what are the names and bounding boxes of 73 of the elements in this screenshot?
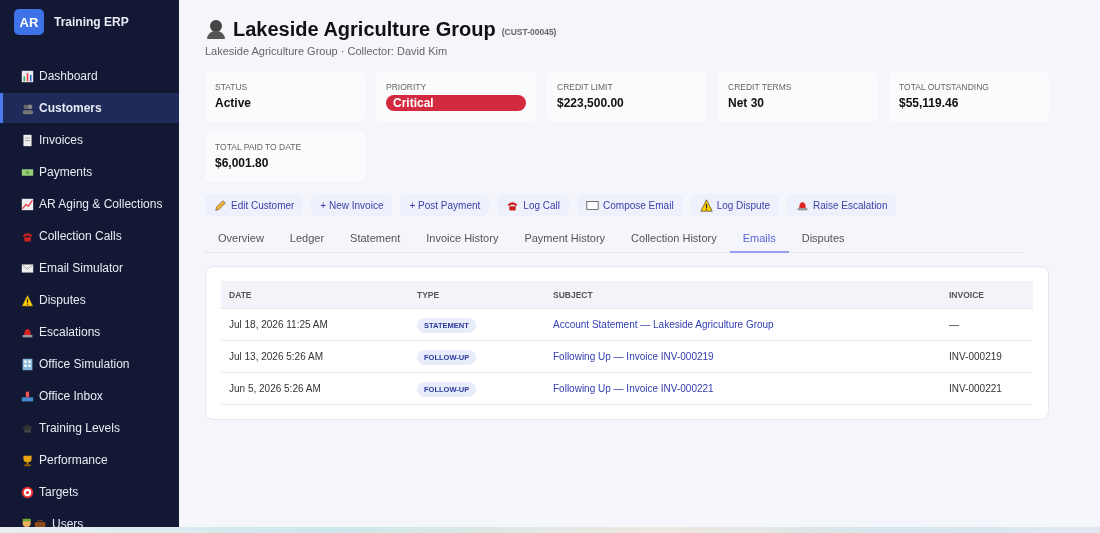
action-button[interactable]: Log Dispute — [690, 194, 779, 216]
sidebar-item[interactable]: Collection Calls — [0, 221, 179, 251]
stat-label: PRIORITY — [386, 82, 428, 92]
tab[interactable]: Ledger — [276, 232, 338, 253]
tab[interactable]: Overview — [205, 232, 277, 253]
inbox-tray-icon — [21, 389, 34, 403]
customer-code: (CUST-00045) — [501, 27, 557, 37]
column-header: INVOICE — [941, 281, 1033, 309]
table-cell: INV-000219 — [949, 351, 1002, 362]
tab[interactable]: Disputes — [788, 232, 858, 253]
target-icon — [21, 485, 34, 499]
building-icon — [21, 357, 34, 371]
bar-chart-icon — [21, 69, 34, 83]
table-cell: — — [949, 319, 959, 330]
warning-icon — [699, 198, 713, 212]
document-icon — [21, 133, 34, 147]
pencil-icon — [214, 198, 227, 212]
stat-value: $6,001.80 — [215, 156, 270, 170]
sidebar-item[interactable]: Office Simulation — [0, 349, 179, 379]
tab[interactable]: Collection History — [618, 232, 730, 253]
stat-value: $223,500.00 — [557, 96, 625, 110]
stat-value: Net 30 — [728, 96, 766, 110]
sidebar-item[interactable]: Disputes — [0, 285, 179, 315]
customer-name: Lakeside Agriculture Group — [233, 17, 496, 41]
app-name: Training ERP — [54, 15, 129, 29]
trend-chart-icon — [21, 197, 34, 211]
column-header: TYPE — [409, 281, 545, 309]
graduation-cap-icon — [21, 421, 34, 435]
subject-link[interactable]: Following Up — Invoice INV-000219 — [553, 351, 714, 362]
sidebar-item[interactable]: Performance — [0, 445, 179, 475]
sidebar-item[interactable]: Customers — [0, 93, 179, 123]
sidebar-item[interactable]: Email Simulator — [0, 253, 179, 283]
priority-badge: Critical — [386, 95, 526, 111]
tab[interactable]: Emails — [729, 232, 789, 253]
app-logo: AR — [14, 9, 44, 35]
envelope-icon — [586, 198, 600, 212]
stat-label: CREDIT LIMIT — [557, 82, 614, 92]
action-button[interactable]: + New Invoice — [311, 194, 393, 216]
subject-link[interactable]: Account Statement — Lakeside Agriculture Group — [553, 319, 774, 330]
table-cell: Jun 5, 2026 5:26 AM — [229, 383, 321, 394]
stat-label: CREDIT TERMS — [728, 82, 793, 92]
customer-subtitle: Lakeside Agriculture Group · Collector: David Kim — [205, 45, 449, 57]
sidebar-item[interactable]: Payments — [0, 157, 179, 187]
stat-value: Active — [215, 96, 253, 110]
tab[interactable]: Payment History — [511, 232, 619, 253]
trophy-icon — [21, 453, 34, 467]
sidebar-item[interactable]: Targets — [0, 477, 179, 507]
subject-link[interactable]: Following Up — Invoice INV-000221 — [553, 383, 714, 394]
table-cell: Jul 18, 2026 11:25 AM — [229, 319, 328, 330]
column-header: SUBJECT — [545, 281, 941, 309]
sidebar-item[interactable]: Training Levels — [0, 413, 179, 443]
column-header: DATE — [221, 281, 409, 309]
sidebar-item[interactable]: Office Inbox — [0, 381, 179, 411]
stat-value: $55,119.46 — [899, 96, 960, 110]
warning-icon — [21, 293, 34, 307]
stat-label: TOTAL OUTSTANDING — [899, 82, 990, 92]
person-icon — [205, 18, 227, 40]
sidebar-item[interactable]: Dashboard — [0, 61, 179, 91]
table-cell: INV-000221 — [949, 383, 1002, 394]
action-button[interactable]: + Post Payment — [400, 194, 490, 216]
sidebar-item[interactable]: Invoices — [0, 125, 179, 155]
action-button[interactable]: Log Call — [497, 194, 570, 216]
sidebar-item[interactable]: Escalations — [0, 317, 179, 347]
tab[interactable]: Statement — [337, 232, 414, 253]
action-button[interactable]: Raise Escalation — [787, 194, 897, 216]
tab[interactable]: Invoice History — [413, 232, 512, 253]
envelope-icon — [21, 261, 34, 275]
action-button[interactable]: Edit Customer — [205, 194, 304, 216]
sidebar-item[interactable]: AR Aging & Collections — [0, 189, 179, 219]
stat-label: STATUS — [215, 82, 249, 92]
action-button[interactable]: Compose Email — [577, 194, 683, 216]
table-cell: Jul 13, 2026 5:26 AM — [229, 351, 323, 362]
stat-label: TOTAL PAID TO DATE — [215, 142, 303, 152]
